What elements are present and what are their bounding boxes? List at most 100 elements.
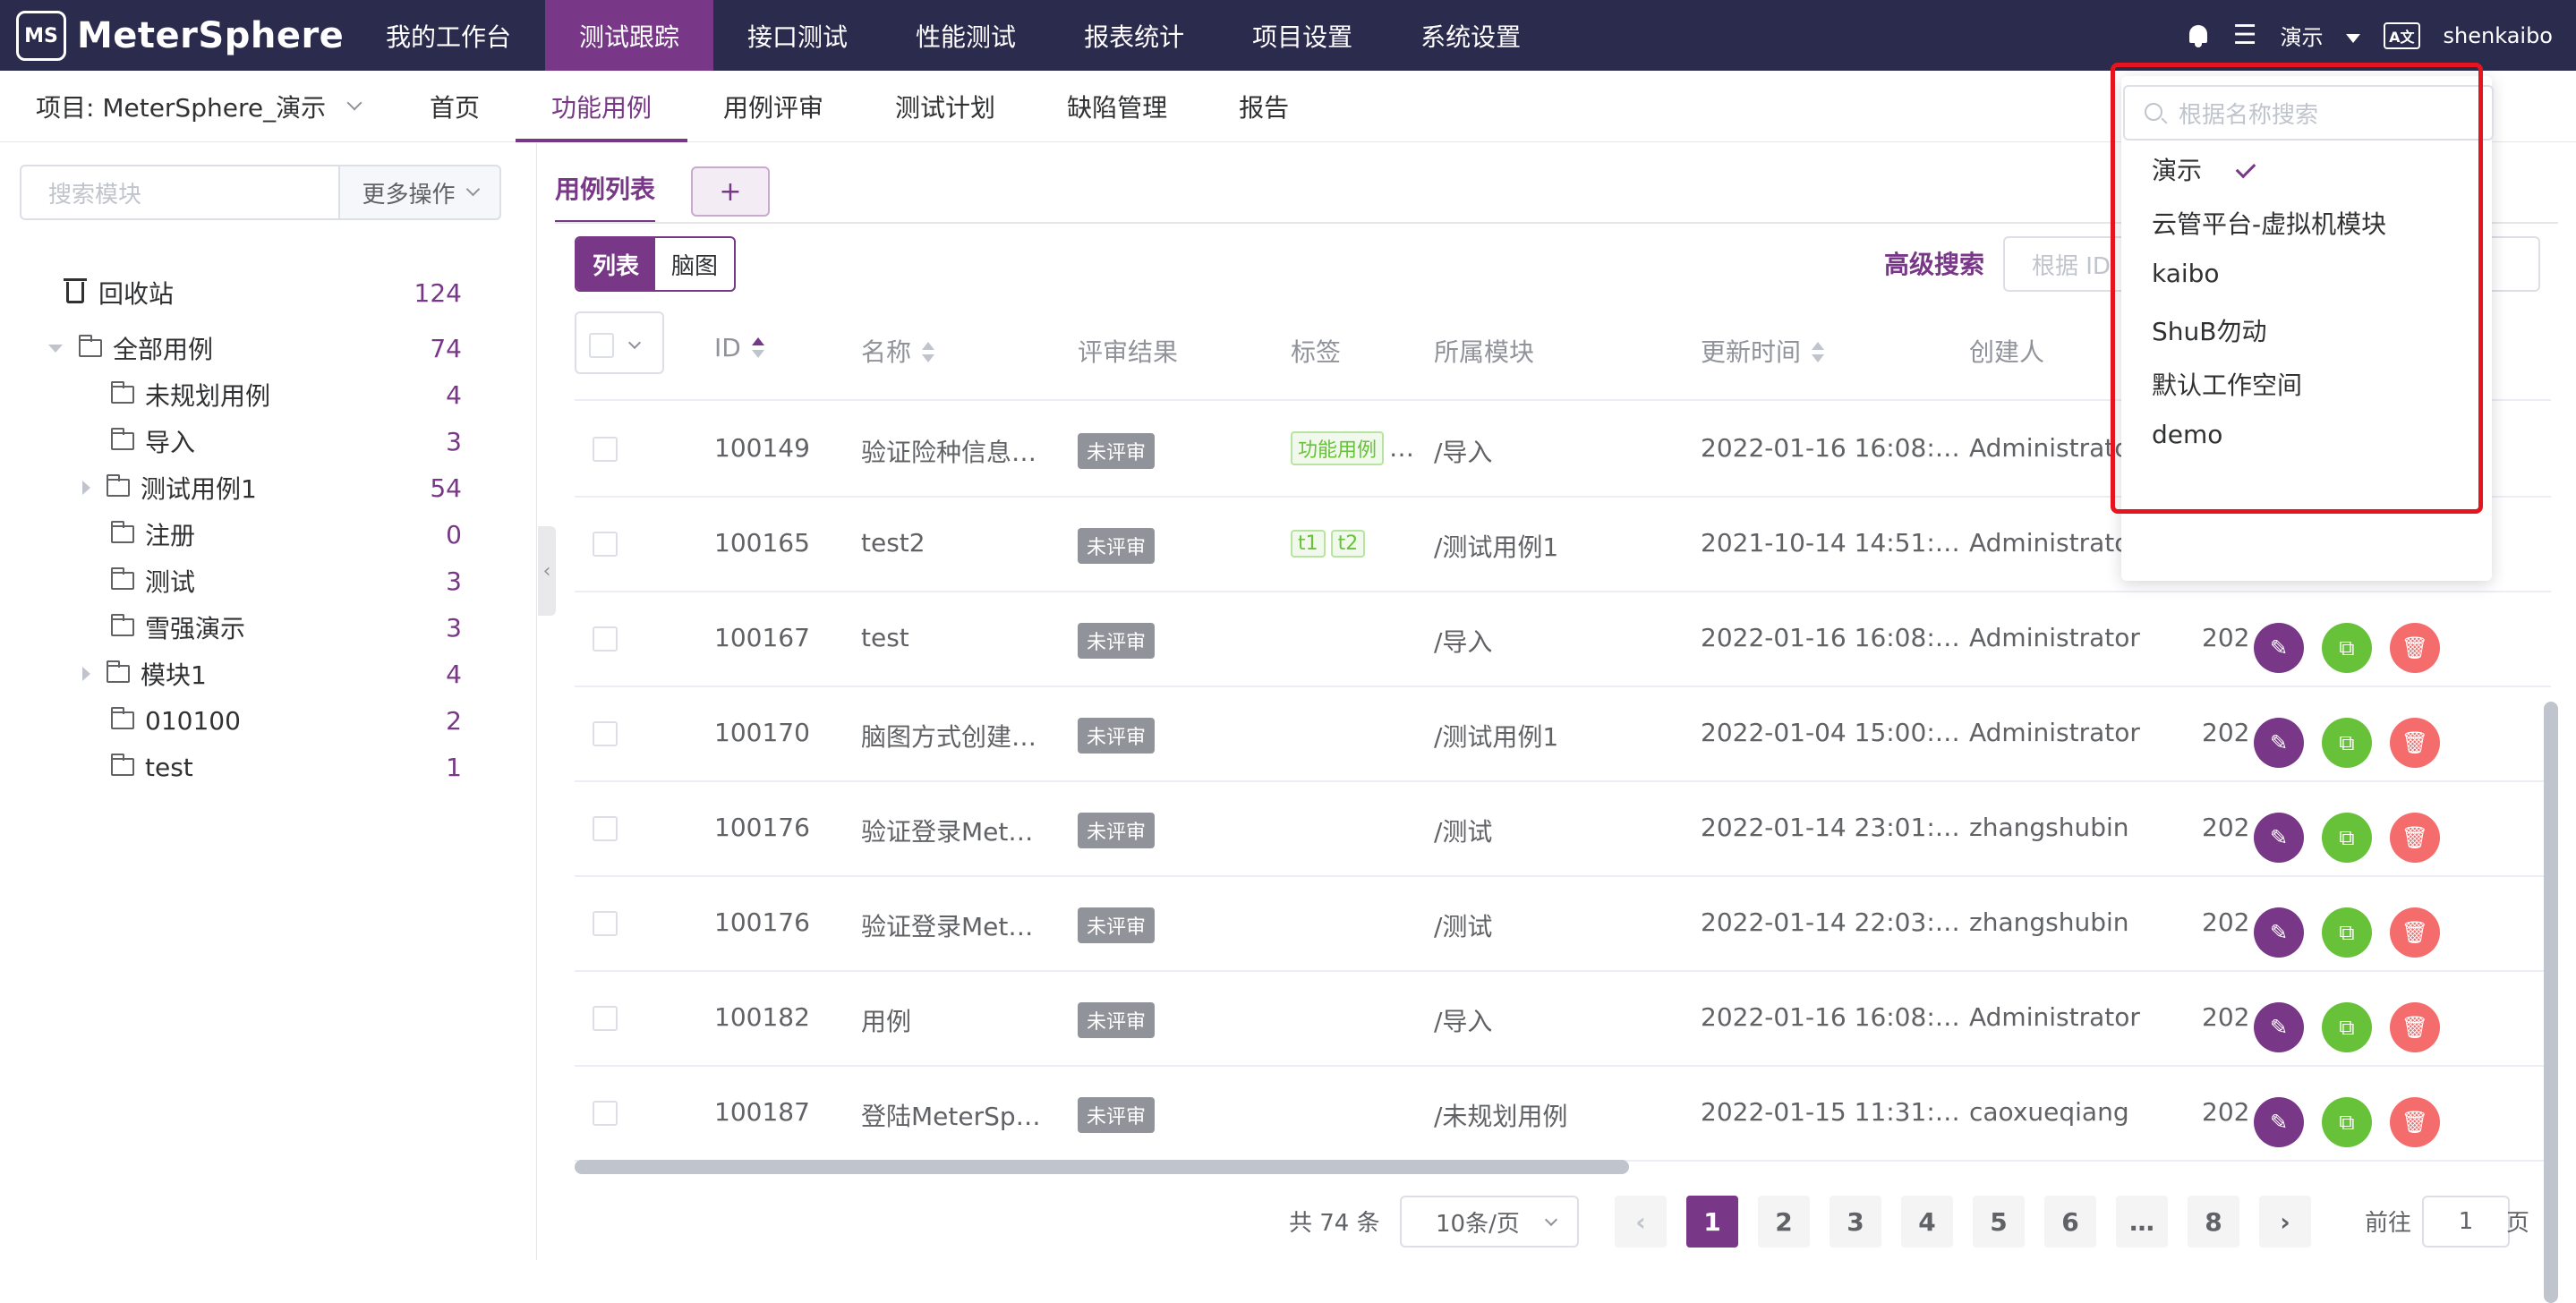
edit-button[interactable]: ✎: [2254, 813, 2304, 863]
recycle-bin-item[interactable]: 回收站 124: [0, 269, 501, 316]
subnav-case-review[interactable]: 用例评审: [687, 71, 859, 142]
workspace-switcher[interactable]: 演示: [2281, 20, 2361, 51]
col-id[interactable]: ID: [714, 333, 764, 362]
page-button[interactable]: 2: [1758, 1196, 1810, 1248]
expand-icon[interactable]: [48, 344, 63, 353]
sort-icon[interactable]: [751, 337, 764, 361]
horizontal-scrollbar[interactable]: [575, 1160, 1629, 1174]
page-button[interactable]: 3: [1830, 1196, 1881, 1248]
prev-page-button[interactable]: ‹: [1615, 1196, 1667, 1248]
col-name[interactable]: 名称: [861, 333, 935, 369]
cell-name[interactable]: test2: [861, 528, 925, 558]
expand-icon[interactable]: [82, 481, 90, 495]
module-search-input[interactable]: 搜索模块: [20, 165, 340, 220]
topnav-workbench[interactable]: 我的工作台: [352, 0, 545, 71]
tree-item[interactable]: 导入 3: [0, 418, 501, 464]
delete-button[interactable]: 🗑: [2390, 718, 2440, 768]
page-button[interactable]: 8: [2188, 1196, 2239, 1248]
logo[interactable]: MS MeterSphere: [16, 9, 344, 63]
topnav-system-settings[interactable]: 系统设置: [1386, 0, 1555, 71]
tree-item[interactable]: 注册 0: [0, 511, 501, 558]
task-list-icon[interactable]: ☰: [2233, 20, 2257, 51]
cell-name[interactable]: test: [861, 623, 909, 652]
next-page-button[interactable]: ›: [2259, 1196, 2311, 1248]
delete-button[interactable]: 🗑: [2390, 1002, 2440, 1052]
topnav-project-settings[interactable]: 项目设置: [1218, 0, 1386, 71]
row-checkbox[interactable]: [593, 911, 618, 936]
select-all-dropdown[interactable]: [575, 311, 664, 374]
edit-button[interactable]: ✎: [2254, 623, 2304, 673]
cell-name[interactable]: 验证登录Met…: [861, 813, 1033, 848]
cell-name[interactable]: 登陆MeterSp…: [861, 1097, 1041, 1133]
cell-name[interactable]: 用例: [861, 1002, 911, 1038]
view-list-button[interactable]: 列表: [576, 238, 655, 290]
subnav-report[interactable]: 报告: [1203, 71, 1325, 142]
delete-button[interactable]: 🗑: [2390, 907, 2440, 958]
page-button[interactable]: 5: [1973, 1196, 2025, 1248]
page-ellipsis-button[interactable]: …: [2116, 1196, 2168, 1248]
topnav-api-test[interactable]: 接口测试: [713, 0, 882, 71]
page-button[interactable]: 4: [1901, 1196, 1953, 1248]
sidebar-collapse-handle[interactable]: ‹: [538, 526, 556, 616]
language-icon[interactable]: A文: [2384, 21, 2420, 49]
cell-name[interactable]: 验证险种信息…: [861, 433, 1036, 469]
edit-button[interactable]: ✎: [2254, 907, 2304, 958]
copy-button[interactable]: ⧉: [2322, 1097, 2372, 1147]
row-checkbox[interactable]: [593, 437, 618, 462]
tree-item[interactable]: 010100 2: [0, 697, 501, 744]
subnav-functional-cases[interactable]: 功能用例: [516, 71, 688, 142]
copy-button[interactable]: ⧉: [2322, 1002, 2372, 1052]
copy-button[interactable]: ⧉: [2322, 718, 2372, 768]
cell-truncated: 202: [2202, 1002, 2250, 1032]
user-menu[interactable]: shenkaibo: [2444, 23, 2553, 48]
vertical-scrollbar[interactable]: [2544, 702, 2558, 1303]
tree-item[interactable]: 模块1 4: [0, 651, 501, 697]
goto-page-input[interactable]: 1: [2422, 1196, 2510, 1248]
topnav-report-stats[interactable]: 报表统计: [1050, 0, 1218, 71]
row-checkbox[interactable]: [593, 721, 618, 746]
bell-icon[interactable]: [2187, 23, 2210, 48]
more-actions-button[interactable]: 更多操作: [338, 165, 501, 220]
row-checkbox[interactable]: [593, 816, 618, 841]
sort-icon[interactable]: [922, 342, 935, 365]
edit-button[interactable]: ✎: [2254, 718, 2304, 768]
tree-item[interactable]: 未规划用例 4: [0, 371, 501, 418]
page-button[interactable]: 1: [1686, 1196, 1738, 1248]
page-button[interactable]: 6: [2044, 1196, 2096, 1248]
delete-button[interactable]: 🗑: [2390, 623, 2440, 673]
project-selector[interactable]: 项目: MeterSphere_演示: [36, 71, 363, 142]
page-size-select[interactable]: 10条/页: [1400, 1196, 1579, 1248]
topnav-test-track[interactable]: 测试跟踪: [545, 0, 714, 71]
tree-item[interactable]: test 1: [0, 744, 501, 790]
expand-icon[interactable]: [82, 667, 90, 681]
row-checkbox[interactable]: [593, 1101, 618, 1126]
row-checkbox[interactable]: [593, 626, 618, 652]
edit-button[interactable]: ✎: [2254, 1097, 2304, 1147]
subnav-home[interactable]: 首页: [394, 71, 516, 142]
sort-icon[interactable]: [1812, 342, 1825, 365]
view-mindmap-button[interactable]: 脑图: [655, 238, 734, 290]
topnav-performance-test[interactable]: 性能测试: [882, 0, 1050, 71]
col-updated[interactable]: 更新时间: [1701, 333, 1825, 369]
tree-item[interactable]: 全部用例 74: [0, 325, 501, 371]
copy-button[interactable]: ⧉: [2322, 813, 2372, 863]
select-all-checkbox[interactable]: [589, 333, 614, 358]
tree-item[interactable]: 测试 3: [0, 558, 501, 604]
add-tab-button[interactable]: +: [691, 166, 770, 217]
delete-button[interactable]: 🗑: [2390, 813, 2440, 863]
subnav-defects[interactable]: 缺陷管理: [1031, 71, 1203, 142]
row-checkbox[interactable]: [593, 1006, 618, 1031]
cell-name[interactable]: 脑图方式创建…: [861, 718, 1036, 754]
edit-button[interactable]: ✎: [2254, 1002, 2304, 1052]
cell-updated: 2022-01-14 22:03:…: [1701, 907, 1960, 937]
delete-button[interactable]: 🗑: [2390, 1097, 2440, 1147]
tree-item[interactable]: 测试用例1 54: [0, 464, 501, 511]
copy-button[interactable]: ⧉: [2322, 907, 2372, 958]
tab-case-list[interactable]: 用例列表: [555, 163, 656, 224]
row-checkbox[interactable]: [593, 532, 618, 557]
tree-item[interactable]: 雪强演示 3: [0, 604, 501, 651]
advanced-search-link[interactable]: 高级搜索: [1884, 245, 1984, 281]
copy-button[interactable]: ⧉: [2322, 623, 2372, 673]
subnav-test-plan[interactable]: 测试计划: [859, 71, 1031, 142]
cell-name[interactable]: 验证登录Met…: [861, 907, 1033, 943]
